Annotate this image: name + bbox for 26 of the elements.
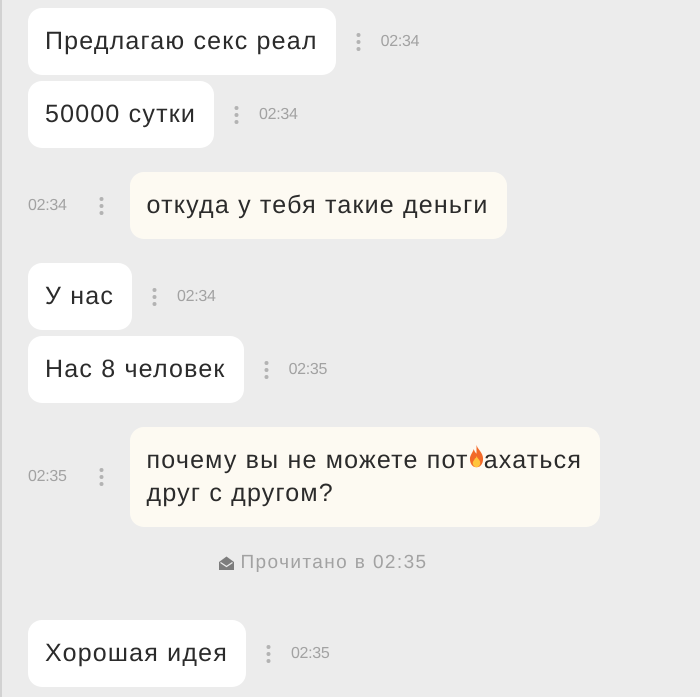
more-options-icon[interactable]: [266, 644, 271, 664]
message-text: 50000 сутки: [45, 99, 196, 130]
message-time: 02:34: [177, 288, 216, 306]
message-text: почему вы не можете пот: [146, 445, 469, 476]
read-receipt-text: Прочитано в 02:35: [240, 552, 428, 574]
message-text: Хорошая идея: [45, 638, 228, 669]
message-text: Предлагаю секс реал: [45, 26, 318, 57]
message-text: откуда у тебя такие деньги: [146, 190, 489, 221]
envelope-icon: [218, 556, 234, 570]
message-time: 02:35: [290, 644, 330, 662]
message-time: 02:35: [28, 468, 67, 486]
message-time: 02:34: [28, 196, 67, 214]
more-options-icon[interactable]: [264, 360, 269, 380]
more-options-icon[interactable]: [152, 286, 158, 306]
message-time: 02:35: [288, 360, 328, 378]
more-options-icon[interactable]: [98, 467, 104, 487]
message-text: Нас 8 человек: [45, 354, 226, 385]
message-time: 02:34: [259, 106, 298, 124]
message-time: 02:34: [380, 32, 420, 50]
message-text: ахаться: [484, 445, 582, 476]
message-text: У нас: [45, 281, 114, 312]
more-options-icon[interactable]: [356, 32, 361, 52]
message-text: друг с другом?: [146, 478, 334, 509]
flame-icon: [468, 444, 484, 468]
more-options-icon[interactable]: [234, 104, 240, 124]
more-options-icon[interactable]: [98, 196, 104, 216]
